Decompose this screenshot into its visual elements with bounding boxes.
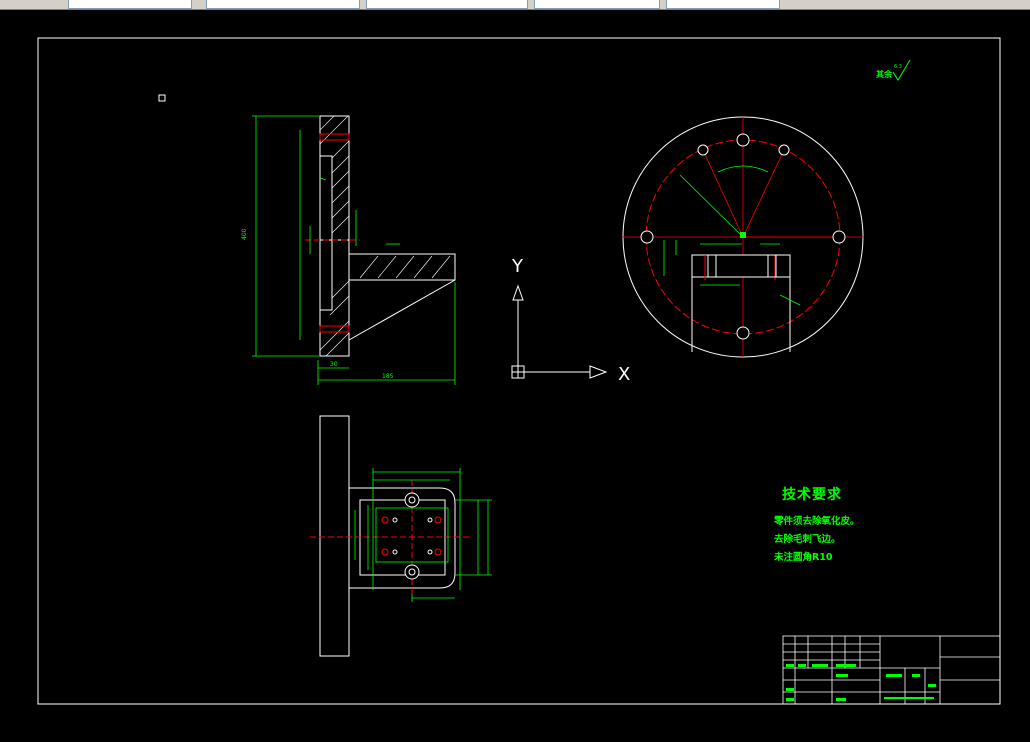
title-block <box>782 635 1001 705</box>
top-toolbar <box>0 0 1030 10</box>
toolbar-lineweight-dropdown[interactable] <box>534 0 660 9</box>
front-view: 400 185 30 <box>241 115 456 385</box>
toolbar-plotstyle-dropdown[interactable] <box>666 0 780 9</box>
dim-total-height: 400 <box>241 228 248 240</box>
axis-x-label: X <box>618 364 630 385</box>
toolbar-layer-dropdown[interactable] <box>68 0 192 9</box>
cad-drawing: 400 185 30 Y X 其余 6.3 <box>37 37 1001 705</box>
axis-y-label: Y <box>511 256 524 277</box>
circular-view <box>622 116 864 358</box>
drawing-frame <box>37 37 1001 705</box>
tech-requirement-line-1: 零件须去除氧化皮。 <box>774 516 860 527</box>
dim-flange: 30 <box>330 361 338 368</box>
roughness-symbol <box>892 59 911 81</box>
toolbar-linetype-dropdown[interactable] <box>366 0 528 9</box>
side-view <box>310 415 492 657</box>
dim-base-width: 185 <box>382 373 394 380</box>
tech-requirement-line-2: 去除毛刺飞边。 <box>774 534 841 545</box>
drawing-canvas[interactable]: 400 185 30 Y X 其余 6.3 技术要求 零件须去除氧化皮。 去除毛… <box>0 10 1030 738</box>
tech-requirements-title: 技术要求 <box>782 487 842 503</box>
roughness-note: 其余 <box>876 69 893 79</box>
tech-requirement-line-3: 未注圆角R10 <box>774 552 833 563</box>
ucs-axis-icon <box>511 284 608 379</box>
roughness-value: 6.3 <box>894 64 902 70</box>
toolbar-style-dropdown[interactable] <box>206 0 360 9</box>
grip-marker[interactable] <box>158 94 166 102</box>
